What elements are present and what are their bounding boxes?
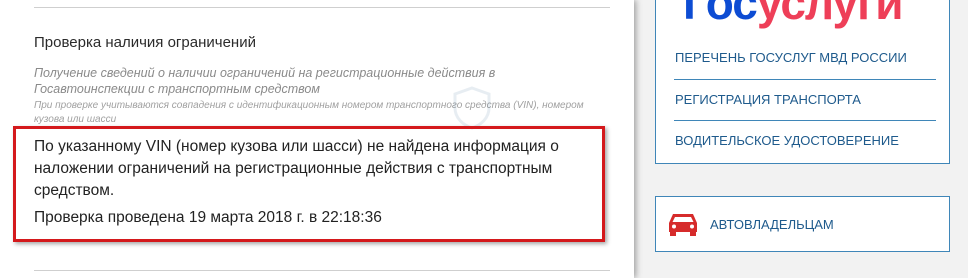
- check-note: При проверке учитываются совпадения с ид…: [34, 100, 584, 125]
- link-divider: [674, 120, 936, 121]
- check-panel: Проверка наличия ограничений Получение с…: [0, 0, 634, 278]
- car-owners-button[interactable]: АВТОВЛАДЕЛЬЦАМ: [655, 196, 950, 252]
- link-vehicle-registration[interactable]: РЕГИСТРАЦИЯ ТРАНСПОРТА: [675, 92, 935, 107]
- check-timestamp: Проверка проведена 19 марта 2018 г. в 22…: [34, 209, 382, 226]
- car-icon: [669, 214, 697, 236]
- result-message: По указанному VIN (номер кузова или шасс…: [34, 138, 559, 199]
- link-divider: [674, 79, 936, 80]
- car-owners-label: АВТОВЛАДЕЛЬЦАМ: [710, 217, 834, 232]
- check-title: Проверка наличия ограничений: [34, 34, 256, 51]
- shield-watermark-icon: [453, 86, 491, 130]
- logo-part-gos: Гос: [683, 0, 758, 29]
- logo-part-uslugi: услуги: [756, 0, 904, 29]
- link-mvd-services[interactable]: ПЕРЕЧЕНЬ ГОСУСЛУГ МВД РОССИИ: [675, 50, 935, 65]
- bottom-divider: [34, 270, 610, 271]
- link-driver-license[interactable]: ВОДИТЕЛЬСКОЕ УДОСТОВЕРЕНИЕ: [675, 133, 935, 148]
- top-divider: [34, 7, 610, 8]
- gosuslugi-logo[interactable]: Госуслуги: [683, 0, 904, 29]
